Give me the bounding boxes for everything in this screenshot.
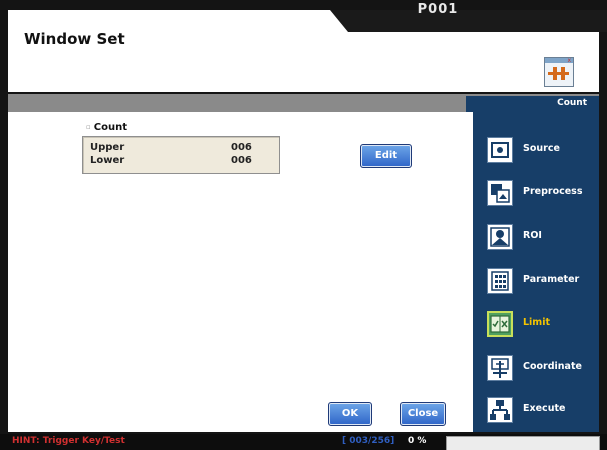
count-values-box: Upper 006 Lower 006 [82,136,280,174]
coordinate-icon [487,355,513,381]
nav-header-label: Count [557,98,587,108]
nav-item-parameter-label: Parameter [523,274,580,285]
nav-item-limit-label: Limit [523,317,551,328]
nav-item-roi[interactable]: ROI [487,224,599,250]
roi-icon [487,224,513,250]
lower-label: Lower [90,155,125,166]
app-window: Window Set x P001 Count Upper 006 Lower … [0,0,607,450]
nav-item-coordinate-label: Coordinate [523,361,582,372]
nav-item-limit[interactable]: Limit [487,311,599,337]
nav-item-source-label: Source [523,143,560,154]
nav-item-parameter[interactable]: Parameter [487,268,599,294]
nav-item-source[interactable]: Source [487,137,599,163]
window-layout-icon[interactable]: x [544,57,574,87]
count-group-label: Count [86,122,127,133]
nav-item-execute[interactable]: Execute [487,397,599,423]
page-count: [ 003/256] [342,436,395,446]
execute-icon [487,397,513,423]
program-id: P001 [417,2,459,17]
lower-value: 006 [231,155,252,166]
ok-button[interactable]: OK [328,402,372,426]
preprocess-icon [487,180,513,206]
nav-item-preprocess[interactable]: Preprocess [487,180,599,206]
parameter-icon [487,268,513,294]
edit-button[interactable]: Edit [360,144,412,168]
lower-row: Lower 006 [90,155,252,166]
limit-icon [487,311,513,337]
nav-item-preprocess-label: Preprocess [523,186,583,197]
side-nav: Source Preprocess ROI Parameter Limit Co… [473,112,599,432]
upper-label: Upper [90,142,125,153]
upper-row: Upper 006 [90,142,252,153]
nav-header: Count [466,96,599,112]
nav-item-coordinate[interactable]: Coordinate [487,355,599,381]
close-button[interactable]: Close [400,402,446,426]
status-bar: HINT: Trigger Key/Test [ 003/256] 0 % [0,434,607,450]
upper-value: 006 [231,142,252,153]
page-title: Window Set [24,30,125,48]
nav-item-roi-label: ROI [523,230,542,241]
content-panel: Count Upper 006 Lower 006 Edit OK Close [8,112,473,432]
hint-text: HINT: Trigger Key/Test [12,436,125,446]
source-icon [487,137,513,163]
status-message-box [446,436,600,450]
nav-item-execute-label: Execute [523,403,566,414]
progress-percent: 0 % [408,436,427,446]
header: Window Set x [8,10,607,92]
